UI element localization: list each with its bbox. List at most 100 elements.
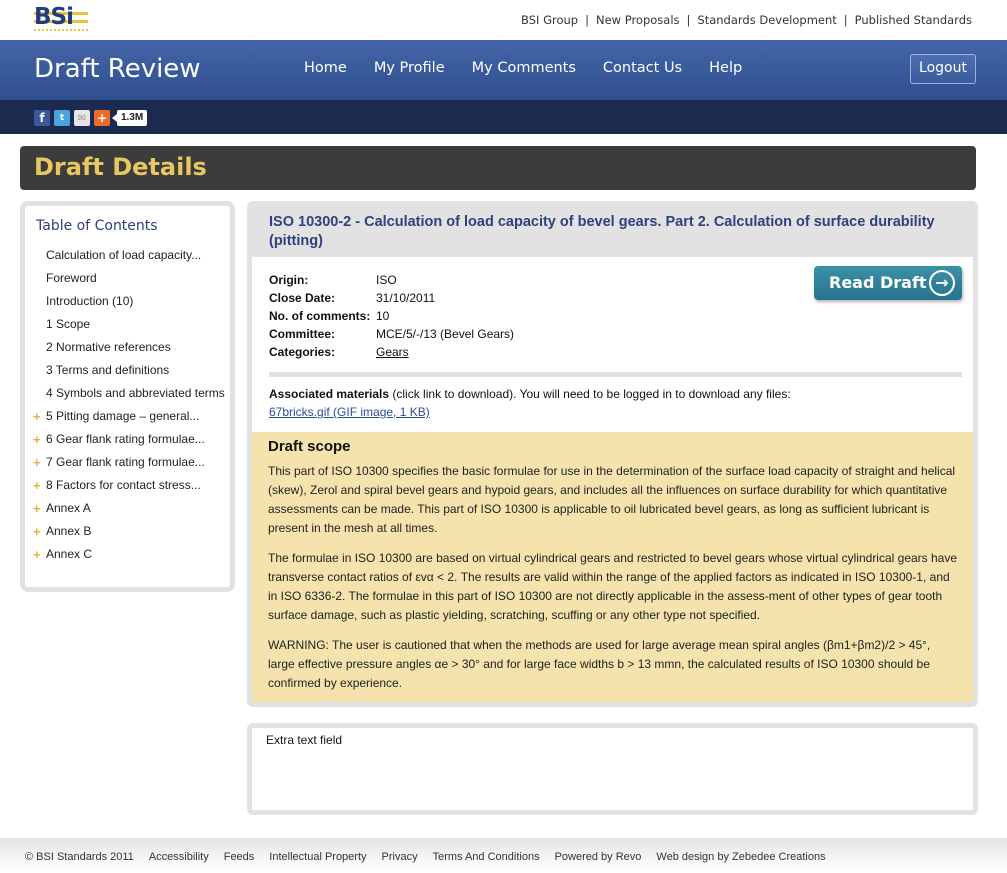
nav-contact-us[interactable]: Contact Us [603,60,682,76]
toc-item[interactable]: + Annex B [25,523,230,546]
toc-item[interactable]: Foreword [25,270,230,293]
toc-item[interactable]: +8 Factors for contact stress... [25,477,230,500]
top-link-bsi-group[interactable]: BSI Group [521,13,578,27]
toc-item-label: 4 Symbols and abbreviated terms [46,386,225,400]
category-link[interactable]: Gears [376,343,409,361]
scope-paragraph: WARNING: The user is cautioned that when… [268,638,931,690]
read-draft-label: Read Draft [829,273,927,292]
twitter-icon[interactable]: t [54,110,70,126]
nav-my-comments[interactable]: My Comments [472,60,576,76]
toc-item-label: 7 Gear flank rating formulae... [46,455,205,469]
social-bar: f t ✉ + 1.3M [0,100,1007,134]
social-share: f t ✉ + 1.3M [34,110,148,126]
toc-item[interactable]: + Annex C [25,546,230,569]
toc-item-label: 5 Pitting damage – general... [46,409,200,423]
extra-text-label: Extra text field [266,733,343,747]
draft-body: Origin: ISO Close Date: 31/10/2011 No. of … [252,257,973,702]
toc-item[interactable]: +6 Gear flank rating formulae... [25,431,230,454]
toc-item-label: 8 Factors for contact stress... [46,478,201,492]
toc-item-label: 6 Gear flank rating formulae... [46,432,205,446]
toc-item-label: 3 Terms and definitions [46,363,170,377]
toc-item[interactable]: +7 Gear flank rating formulae... [25,454,230,477]
top-link-standards-development[interactable]: Standards Development [697,13,836,27]
meta-key: Close Date: [269,291,336,305]
nav-my-profile[interactable]: My Profile [374,60,445,76]
extra-text-field: Extra text field [247,723,978,815]
meta-row-categories: Categories: Gears [269,343,514,361]
expand-plus-icon[interactable]: + [33,431,41,448]
toc-item-label: Foreword [46,271,97,285]
scope-text: This part of ISO 10300 specifies the bas… [268,462,958,704]
page-title: Draft Details [34,153,207,181]
top-link-published-standards[interactable]: Published Standards [855,13,972,27]
page-title-bar: Draft Details [20,146,976,190]
separator: | [585,13,589,27]
nav-help[interactable]: Help [709,60,742,76]
toc-item-label: 1 Scope [46,317,91,331]
meta-value: 10 [376,309,390,323]
meta-row-close-date: Close Date: 31/10/2011 [269,289,514,307]
facebook-icon[interactable]: f [34,110,50,126]
toc-item-label: Annex A [46,501,91,515]
toc-item-label: Annex C [46,547,93,561]
logo-underline [34,29,88,31]
toc-item[interactable]: Introduction (10) [25,293,230,316]
read-draft-button[interactable]: Read Draft → [814,266,962,300]
toc-list: Calculation of load capacity... Foreword… [25,247,230,569]
toc-item[interactable]: + Annex A [25,500,230,523]
meta-value: ISO [376,273,397,287]
footer-links: © BSI Standards 2011 Accessibility Feeds… [25,851,841,863]
email-icon[interactable]: ✉ [74,110,90,126]
footer-link-web-design[interactable]: Web design by Zebedee Creations [656,851,825,863]
file-download-link[interactable]: 67bricks.gif (GIF image, 1 KB) [269,405,430,419]
footer-link-feeds[interactable]: Feeds [224,851,255,863]
main-header: Draft Review Home My Profile My Comments… [0,40,1007,100]
copyright: © BSI Standards 2011 [25,851,134,863]
toc-item[interactable]: 2 Normative references [25,339,230,362]
addthis-plus-icon[interactable]: + [94,110,110,126]
draft-metadata: Origin: ISO Close Date: 31/10/2011 No. of … [269,271,514,361]
toc-item[interactable]: 3 Terms and definitions [25,362,230,385]
table-of-contents: Table of Contents Calculation of load ca… [20,201,235,592]
scope-paragraph: This part of ISO 10300 specifies the bas… [268,464,956,535]
logo-text: BSi [34,4,74,30]
draft-title: ISO 10300-2 - Calculation of load capaci… [269,214,935,249]
meta-value: 31/10/2011 [376,291,436,305]
toc-item-label: Annex B [46,524,92,538]
toc-item-label: 2 Normative references [46,340,171,354]
meta-key: No. of comments: [269,309,371,323]
bsi-logo[interactable]: BSi [34,4,88,32]
toc-item[interactable]: Calculation of load capacity... [25,247,230,270]
expand-plus-icon[interactable]: + [33,523,41,540]
footer-link-privacy[interactable]: Privacy [382,851,418,863]
toc-item[interactable]: +5 Pitting damage – general... [25,408,230,431]
footer-link-powered-by[interactable]: Powered by Revo [555,851,642,863]
footer-link-intellectual-property[interactable]: Intellectual Property [269,851,366,863]
expand-plus-icon[interactable]: + [33,477,41,494]
footer-link-terms[interactable]: Terms And Conditions [433,851,540,863]
nav-home[interactable]: Home [304,60,347,76]
site-title[interactable]: Draft Review [34,54,201,84]
meta-key: Origin: [269,273,309,287]
footer: © BSI Standards 2011 Accessibility Feeds… [0,838,1007,873]
expand-plus-icon[interactable]: + [33,408,41,425]
logout-button[interactable]: Logout [910,54,976,84]
associated-materials: Associated materials (click link to down… [269,385,791,421]
associated-note: (click link to download). You will need … [389,387,791,401]
meta-key: Categories: [269,345,336,359]
expand-plus-icon[interactable]: + [33,500,41,517]
draft-panel: ISO 10300-2 - Calculation of load capaci… [247,201,978,707]
top-link-new-proposals[interactable]: New Proposals [596,13,680,27]
toc-item-label: Introduction (10) [46,294,134,308]
toc-item[interactable]: 4 Symbols and abbreviated terms [25,385,230,408]
toc-heading: Table of Contents [36,218,158,234]
expand-plus-icon[interactable]: + [33,454,41,471]
footer-link-accessibility[interactable]: Accessibility [149,851,209,863]
scope-heading: Draft scope [268,438,351,455]
toc-item-label: Calculation of load capacity... [46,248,202,262]
separator: | [686,13,691,27]
expand-plus-icon[interactable]: + [33,546,41,563]
toc-item[interactable]: 1 Scope [25,316,230,339]
associated-heading: Associated materials [269,387,390,401]
draft-scope: Draft scope This part of ISO 10300 speci… [252,432,973,702]
